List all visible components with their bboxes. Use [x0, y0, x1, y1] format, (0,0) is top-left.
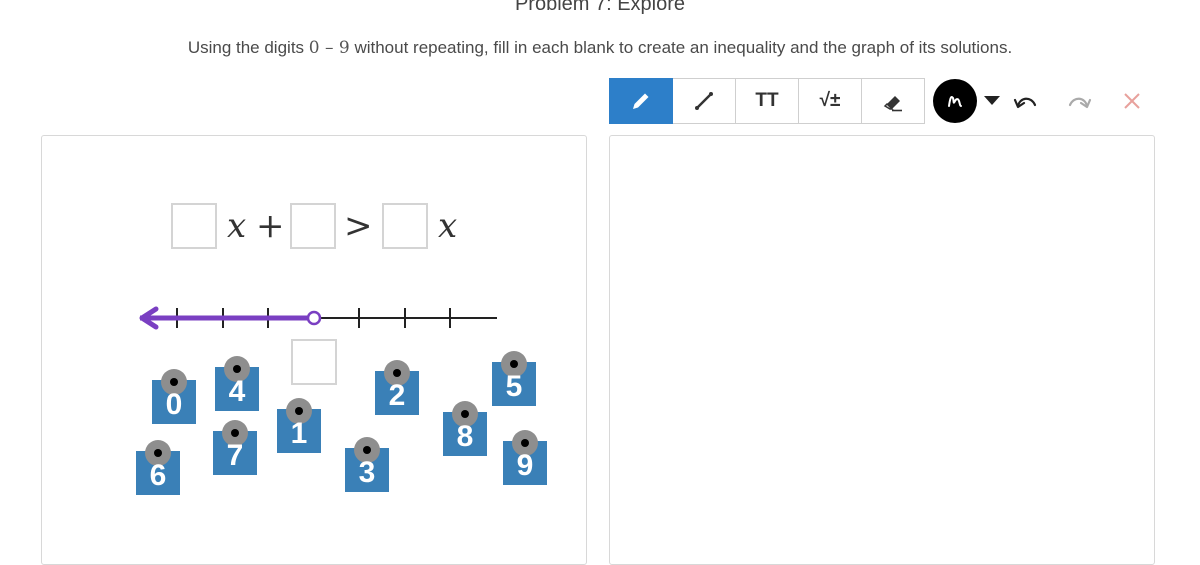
tile-label: 6	[149, 459, 167, 492]
tile-label: 1	[290, 417, 308, 450]
digit-tile-6[interactable]: 6	[136, 440, 180, 495]
digit-tile-3[interactable]: 3	[345, 437, 389, 492]
line-tool-button[interactable]	[673, 78, 736, 124]
clear-button[interactable]	[1121, 90, 1143, 117]
page-title: Problem 7: Explore	[514, 0, 686, 15]
coefficient-blank-1[interactable]	[171, 203, 217, 249]
pen-color-button[interactable]	[933, 79, 977, 123]
line-icon	[695, 92, 713, 110]
digit-tile-5[interactable]: 5	[492, 351, 536, 406]
undo-icon	[1013, 97, 1037, 109]
open-endpoint	[306, 310, 322, 326]
greater-than-sign: >	[344, 206, 373, 246]
digit-tile-0[interactable]: 0	[152, 369, 196, 424]
undo-button[interactable]	[1013, 90, 1039, 117]
chevron-down-icon[interactable]	[984, 96, 1000, 105]
coefficient-blank-2[interactable]	[382, 203, 428, 249]
tile-label: 8	[456, 420, 474, 453]
digit-tile-2[interactable]: 2	[375, 360, 419, 415]
variable-x-right: x	[438, 206, 458, 246]
eraser-tool-button[interactable]	[862, 78, 925, 124]
plus-sign: +	[256, 206, 285, 246]
text-tool-button[interactable]: TT	[736, 78, 799, 124]
number-line	[139, 306, 497, 330]
tile-label: 0	[165, 388, 183, 421]
tile-label: 3	[358, 456, 376, 489]
digit-tile-7[interactable]: 7	[213, 420, 257, 475]
math-tool-button[interactable]: √±	[799, 78, 862, 124]
digit-tile-8[interactable]: 8	[443, 401, 487, 456]
tile-label: 2	[388, 379, 406, 412]
close-icon	[1124, 93, 1140, 109]
redo-button[interactable]	[1066, 90, 1092, 117]
variable-x-left: x	[227, 206, 247, 246]
tile-label: 9	[516, 449, 534, 482]
squiggle-icon	[948, 96, 962, 107]
instructions-text-before: Using the digits	[187, 38, 309, 57]
digits-range: 0 – 9	[308, 38, 350, 58]
eraser-icon	[883, 96, 902, 112]
sketch-canvas[interactable]	[609, 135, 1155, 565]
redo-icon	[1068, 97, 1092, 109]
pencil-tool-button[interactable]	[609, 78, 673, 124]
digit-tile-1[interactable]: 1	[277, 398, 321, 453]
instructions-text-after: without repeating, fill in each blank to…	[349, 38, 1013, 57]
sketch-toolbar: TT √±	[609, 78, 925, 124]
instructions: Using the digits 0 – 9 without repeating…	[0, 38, 1200, 58]
math-icon: √±	[819, 90, 841, 111]
endpoint-blank[interactable]	[291, 339, 337, 385]
tile-label: 5	[505, 370, 523, 403]
pencil-icon	[633, 93, 649, 109]
digit-tile-9[interactable]: 9	[503, 430, 547, 485]
constant-blank[interactable]	[290, 203, 336, 249]
tile-label: 7	[226, 439, 244, 472]
tile-label: 4	[228, 375, 246, 408]
digit-tile-4[interactable]: 4	[215, 356, 259, 411]
text-icon: TT	[755, 90, 779, 111]
